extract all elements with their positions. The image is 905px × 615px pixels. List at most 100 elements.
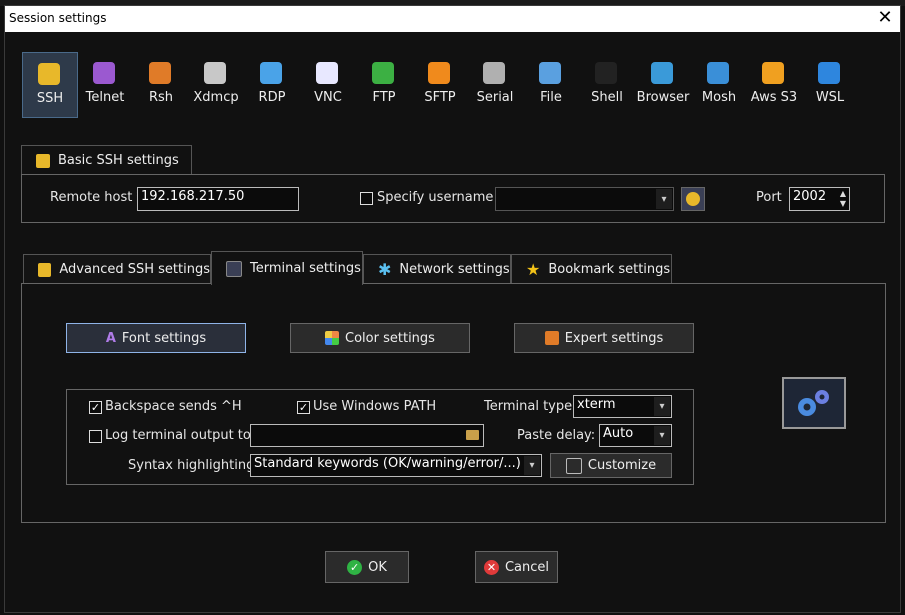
telnet-icon [93,62,115,84]
ssh-key-icon [38,63,60,85]
terminal-type-value: xterm [577,397,616,412]
syntax-highlighting-label: Syntax highlighting: [128,458,259,473]
tab-label: Terminal settings [250,261,361,276]
backspace-label: Backspace sends ^H [105,399,242,414]
font-icon: A [105,330,116,346]
tab-network-settings[interactable]: ✱ Network settings [363,254,511,284]
toolbar-button-vnc[interactable]: VNC [301,52,355,116]
terminal-type-select[interactable]: xterm ▾ [573,395,672,418]
color-settings-button[interactable]: Color settings [290,323,470,353]
remote-host-label: Remote host * [50,190,143,205]
log-output-path-input[interactable] [250,424,484,447]
rsh-icon [149,62,171,84]
button-label: Customize [587,458,657,473]
syntax-highlighting-value: Standard keywords (OK/warning/error/...) [254,456,521,471]
key-icon [36,153,50,168]
vnc-icon [316,62,338,84]
close-icon: ✕ [483,559,499,575]
toolbar-button-browser[interactable]: Browser [636,52,690,116]
tab-label: Network settings [399,262,510,277]
terminal-settings-panel: A Font settings Color settings Expert se… [21,283,886,523]
aws-s3-icon [762,62,784,84]
toolbar-button-mosh[interactable]: Mosh [692,52,746,116]
network-icon: ✱ [378,260,392,279]
gears-icon [798,390,829,416]
terminal-type-label: Terminal type: [484,399,577,414]
expert-settings-button[interactable]: Expert settings [514,323,694,353]
wrench-icon [544,331,559,345]
toolbar-button-label: WSL [815,90,845,105]
tab-label: Advanced SSH settings [59,262,210,277]
palette-icon [325,331,340,345]
wsl-icon [818,62,840,84]
toolbar-button-rdp[interactable]: RDP [245,52,299,116]
toolbar-button-xdmcp[interactable]: Xdmcp [189,52,243,116]
window-title: Session settings [9,11,107,25]
port-spinbox[interactable]: 2002 ▲ ▼ [789,187,850,211]
sftp-icon [428,62,450,84]
toolbar-button-serial[interactable]: Serial [468,52,522,116]
xdmcp-icon [204,62,226,84]
button-label: OK [368,559,387,575]
user-icon [686,192,700,206]
button-label: Cancel [504,559,550,575]
port-value: 2002 [793,189,827,204]
serial-icon [483,62,505,84]
close-button[interactable]: ✕ [874,8,896,30]
basic-ssh-group: Remote host * 192.168.217.50 Specify use… [21,174,885,223]
rdp-icon [260,62,282,84]
toolbar-button-file[interactable]: File [524,52,578,116]
title-bar[interactable]: Session settings ✕ [5,6,900,32]
spin-arrows-icon[interactable]: ▲ ▼ [840,189,846,209]
mosh-icon [707,62,729,84]
folder-icon[interactable] [466,430,479,440]
specify-username-checkbox[interactable] [360,192,373,205]
session-settings-dialog: Session settings ✕ SSH Telnet Rsh Xdmcp RDP V… [4,5,901,613]
font-settings-button[interactable]: A Font settings [66,323,246,353]
shell-icon [595,62,617,84]
toolbar-button-ssh[interactable]: SSH [22,52,78,118]
button-label: Expert settings [564,330,664,346]
dialog-content: SSH Telnet Rsh Xdmcp RDP VNC FTP SFTP Serial File… [5,32,900,612]
paste-delay-label: Paste delay: [517,428,596,443]
log-output-label: Log terminal output to: [105,428,256,443]
tab-basic-ssh-settings[interactable]: Basic SSH settings [21,145,192,175]
key-icon [38,262,52,277]
chevron-down-icon[interactable]: ▾ [654,397,670,416]
toolbar-button-rsh[interactable]: Rsh [134,52,188,116]
backspace-checkbox[interactable]: ✓ [89,401,102,414]
tab-label: Basic SSH settings [58,153,179,168]
port-label: Port [756,190,782,205]
user-manager-button[interactable] [681,187,705,211]
paste-delay-select[interactable]: Auto ▾ [599,424,672,447]
star-icon: ★ [526,260,541,279]
windows-path-label: Use Windows PATH [313,399,437,414]
syntax-highlighting-select[interactable]: Standard keywords (OK/warning/error/...)… [250,454,542,477]
username-combo[interactable]: ▾ [495,187,674,211]
chevron-down-icon[interactable]: ▾ [524,456,540,475]
check-icon: ✓ [347,559,363,575]
cancel-button[interactable]: ✕ Cancel [475,551,558,583]
advanced-gears-button[interactable] [782,377,846,429]
specify-username-label: Specify username [377,190,494,205]
terminal-options-group: ✓ Backspace sends ^H ✓ Use Windows PATH … [66,389,694,485]
tab-bookmark-settings[interactable]: ★ Bookmark settings [511,254,672,284]
toolbar-button-wsl[interactable]: WSL [803,52,857,116]
toolbar-button-aws-s3[interactable]: Aws S3 [747,52,801,116]
toolbar-button-ftp[interactable]: FTP [357,52,411,116]
toolbar-button-telnet[interactable]: Telnet [78,52,132,116]
windows-path-checkbox[interactable]: ✓ [297,401,310,414]
tab-advanced-ssh-settings[interactable]: Advanced SSH settings [23,254,211,284]
log-output-checkbox[interactable] [89,430,102,443]
ok-button[interactable]: ✓ OK [325,551,409,583]
terminal-icon [226,260,242,277]
chevron-down-icon[interactable]: ▾ [654,426,670,445]
tab-label: Bookmark settings [548,262,671,277]
toolbar-button-sftp[interactable]: SFTP [413,52,467,116]
customize-button[interactable]: Customize [550,453,672,478]
tab-terminal-settings[interactable]: Terminal settings [211,251,363,285]
chevron-down-icon[interactable]: ▾ [656,189,672,209]
browser-icon [651,62,673,84]
remote-host-input[interactable]: 192.168.217.50 [137,187,299,211]
toolbar-button-shell[interactable]: Shell [580,52,634,116]
